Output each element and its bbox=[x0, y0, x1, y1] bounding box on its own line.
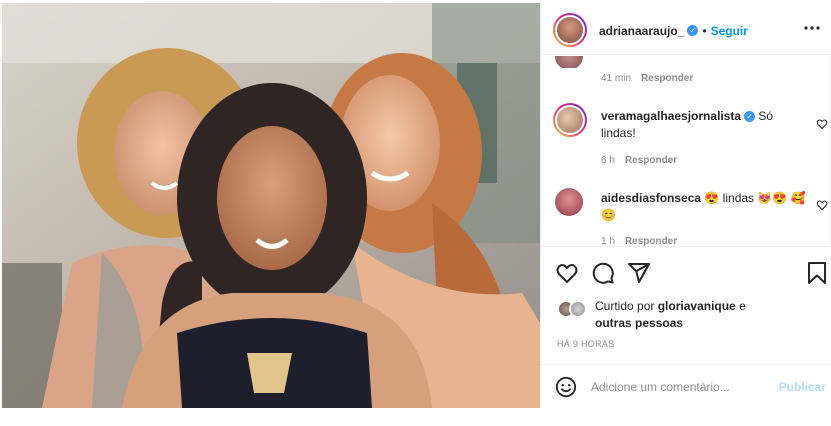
likes-suffix: e bbox=[739, 299, 746, 313]
verified-badge-icon: ✓ bbox=[744, 111, 756, 123]
author-avatar-ring[interactable] bbox=[553, 13, 587, 47]
share-icon[interactable] bbox=[627, 261, 651, 285]
comment-meta: 41 min Responder bbox=[601, 73, 703, 84]
liked-by-avatars bbox=[557, 300, 589, 320]
reply-button[interactable]: Responder bbox=[625, 155, 677, 166]
comment-avatar[interactable] bbox=[555, 188, 583, 216]
bookmark-icon[interactable] bbox=[805, 261, 829, 285]
comment-avatar-ring[interactable] bbox=[553, 103, 587, 137]
reply-button[interactable]: Responder bbox=[625, 236, 677, 246]
more-options-icon[interactable] bbox=[804, 17, 820, 35]
emoji-icon[interactable] bbox=[555, 376, 577, 398]
post-photo[interactable] bbox=[2, 3, 540, 408]
comment-time: 6 h bbox=[601, 155, 615, 166]
liked-by-others-link[interactable]: outras pessoas bbox=[595, 316, 683, 330]
post-photo-image bbox=[2, 3, 540, 408]
comment-username[interactable]: veramagalhaesjornalista bbox=[601, 109, 741, 123]
comment-body: aidesdiasfonseca 😍 lindas 😻😍 🥰😊 bbox=[601, 190, 806, 224]
post-header: adrianaaraujo_ ✓ • Seguir bbox=[541, 3, 831, 55]
follow-button[interactable]: Seguir bbox=[711, 24, 748, 38]
liked-by-user-link[interactable]: gloriavanique bbox=[658, 299, 736, 313]
post-actions: Curtido por gloriavanique e outras pesso… bbox=[541, 246, 831, 364]
add-comment-input[interactable] bbox=[591, 377, 771, 397]
comment-time: 41 min bbox=[601, 73, 632, 84]
post-timestamp[interactable]: HÁ 9 HORAS bbox=[557, 339, 615, 349]
comment-avatar bbox=[557, 107, 583, 133]
reply-button[interactable]: Responder bbox=[641, 73, 693, 84]
post-side-panel: adrianaaraujo_ ✓ • Seguir 41 min Responder v… bbox=[540, 3, 831, 408]
comment-avatar[interactable] bbox=[555, 56, 583, 68]
comment-like-heart-icon[interactable] bbox=[816, 198, 828, 211]
author-avatar bbox=[557, 17, 583, 43]
comment-meta: 6 h Responder bbox=[601, 155, 687, 166]
author-username[interactable]: adrianaaraujo_ bbox=[599, 24, 684, 38]
comment-username[interactable]: aidesdiasfonseca bbox=[601, 191, 701, 205]
comment-time: 1 h bbox=[601, 236, 615, 246]
likes-prefix: Curtido por bbox=[595, 299, 655, 313]
separator-dot: • bbox=[702, 24, 707, 38]
post-viewer: adrianaaraujo_ ✓ • Seguir 41 min Responder v… bbox=[0, 0, 831, 426]
comments-list[interactable]: 41 min Responder veramagalhaesjornalista ✓… bbox=[541, 56, 831, 246]
comment-icon[interactable] bbox=[591, 261, 615, 285]
comment-like-heart-icon[interactable] bbox=[816, 117, 828, 130]
heart-icon[interactable] bbox=[555, 261, 579, 285]
verified-badge-icon: ✓ bbox=[687, 25, 699, 37]
comment-meta: 1 h Responder bbox=[601, 236, 687, 246]
liked-by-avatar bbox=[569, 300, 587, 318]
comment-body: veramagalhaesjornalista ✓ Só lindas! bbox=[601, 108, 806, 142]
likes-summary: Curtido por gloriavanique e outras pesso… bbox=[595, 298, 805, 332]
add-comment-bar: Publicar bbox=[541, 364, 831, 408]
publish-button[interactable]: Publicar bbox=[779, 380, 826, 394]
